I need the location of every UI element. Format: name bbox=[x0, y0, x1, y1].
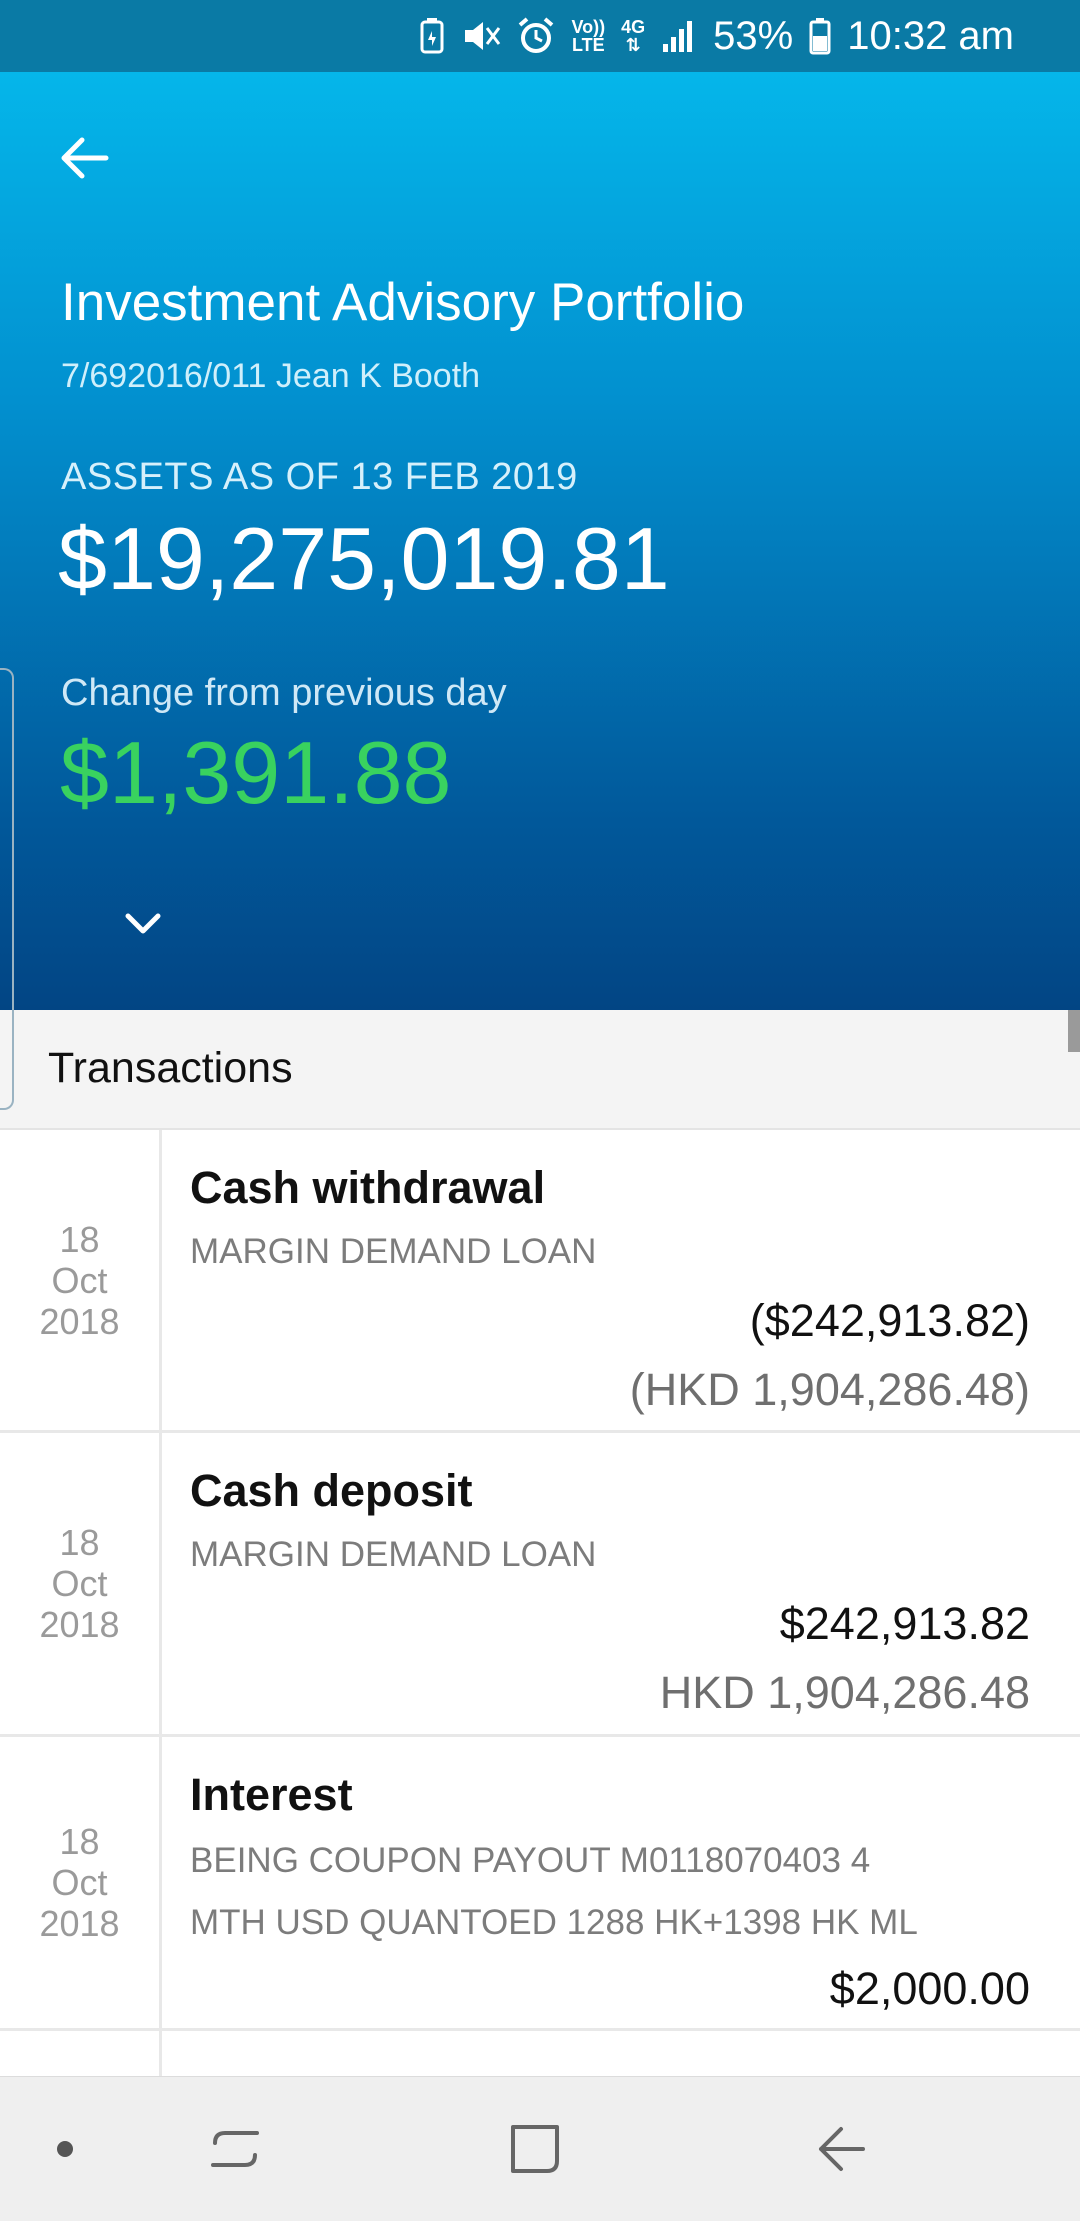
transaction-amount-local: (HKD 1,904,286.48) bbox=[629, 1364, 1030, 1415]
chevron-down-icon bbox=[125, 913, 161, 934]
page-title: Investment Advisory Portfolio bbox=[61, 273, 745, 332]
expand-button[interactable] bbox=[120, 900, 166, 946]
system-nav-bar bbox=[0, 2076, 1080, 2221]
transaction-date: 18 Oct 2018 bbox=[0, 1737, 162, 2028]
transaction-description: MARGIN DEMAND LOAN bbox=[190, 1535, 597, 1574]
back-button[interactable] bbox=[54, 128, 114, 188]
transaction-type: Cash withdrawal bbox=[190, 1162, 546, 1213]
volte-icon: Vo)) LTE bbox=[571, 17, 606, 55]
transaction-amount: $2,000.00 bbox=[829, 1963, 1030, 2014]
account-info: 7/692016/011 Jean K Booth bbox=[61, 357, 481, 395]
transactions-header: Transactions bbox=[0, 1010, 1080, 1130]
back-icon bbox=[819, 2127, 865, 2171]
system-back-button[interactable] bbox=[786, 2077, 896, 2221]
transaction-row[interactable]: 18 Oct 2018 Interest BEING COUPON PAYOUT… bbox=[0, 1737, 1080, 2031]
arrow-left-icon bbox=[61, 137, 109, 179]
signal-icon bbox=[661, 16, 697, 56]
status-bar: Vo)) LTE 4G ⇅ 53% 10:32 am bbox=[0, 0, 1080, 72]
change-label: Change from previous day bbox=[61, 672, 507, 714]
recent-apps-icon bbox=[211, 2131, 259, 2167]
mute-icon bbox=[461, 16, 501, 56]
transaction-amount-local: HKD 1,904,286.48 bbox=[659, 1667, 1030, 1718]
transactions-title: Transactions bbox=[48, 1044, 293, 1092]
portfolio-header: Investment Advisory Portfolio 7/692016/0… bbox=[0, 72, 1080, 1010]
recent-apps-button[interactable] bbox=[180, 2077, 290, 2221]
change-value: $1,391.88 bbox=[60, 723, 452, 822]
nav-dot[interactable] bbox=[30, 2077, 100, 2221]
transaction-row[interactable]: 18 Oct 2018 Cash withdrawal MARGIN DEMAN… bbox=[0, 1130, 1080, 1433]
dot-icon bbox=[57, 2141, 73, 2157]
transaction-amount: ($242,913.82) bbox=[749, 1295, 1030, 1346]
battery-icon bbox=[809, 16, 831, 56]
assets-value: $19,275,019.81 bbox=[58, 509, 670, 608]
drawer-handle[interactable] bbox=[0, 668, 14, 1110]
assets-label: ASSETS AS OF 13 FEB 2019 bbox=[61, 456, 578, 498]
transaction-type: Interest bbox=[190, 1769, 353, 1820]
network-4g-icon: 4G ⇅ bbox=[621, 17, 646, 55]
transaction-date: 18 Oct 2018 bbox=[0, 1130, 162, 1430]
clock: 10:32 am bbox=[847, 13, 1014, 58]
transaction-type: Cash deposit bbox=[190, 1465, 473, 1516]
transaction-description: BEING COUPON PAYOUT M0118070403 4 bbox=[190, 1841, 871, 1880]
transaction-date: 18 Oct 2018 bbox=[0, 1433, 162, 1734]
home-button[interactable] bbox=[480, 2077, 590, 2221]
transactions-list: 18 Oct 2018 Cash withdrawal MARGIN DEMAN… bbox=[0, 1130, 1080, 2091]
home-icon bbox=[511, 2125, 559, 2173]
scrollbar[interactable] bbox=[1068, 1010, 1080, 1052]
battery-saver-icon bbox=[419, 16, 445, 56]
transaction-description: MARGIN DEMAND LOAN bbox=[190, 1232, 597, 1271]
transaction-description-line2: MTH USD QUANTOED 1288 HK+1398 HK ML bbox=[190, 1903, 918, 1942]
alarm-icon bbox=[517, 16, 555, 56]
transaction-amount: $242,913.82 bbox=[779, 1598, 1030, 1649]
transaction-row[interactable]: 18 Oct 2018 Cash deposit MARGIN DEMAND L… bbox=[0, 1433, 1080, 1737]
battery-percent: 53% bbox=[713, 13, 794, 58]
